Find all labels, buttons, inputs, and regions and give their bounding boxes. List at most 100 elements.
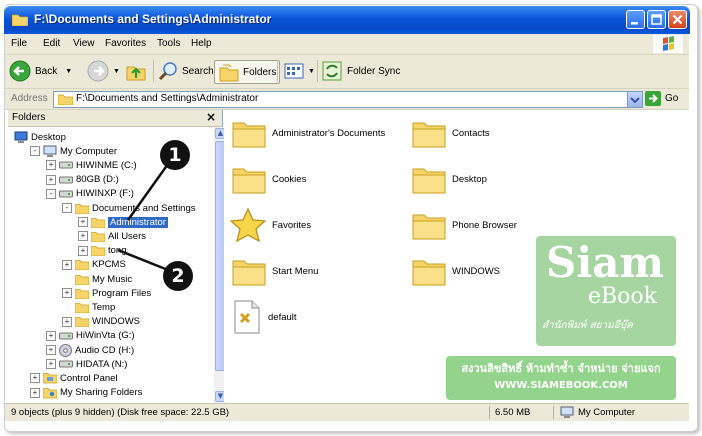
folder-icon: [412, 214, 446, 240]
content-item-desktop[interactable]: Desktop: [412, 164, 487, 194]
content-item-label: WINDOWS: [452, 265, 501, 277]
forward-button[interactable]: ▼: [87, 60, 120, 82]
address-dropdown-button[interactable]: [627, 92, 642, 107]
menu-file[interactable]: File: [11, 38, 27, 49]
callout-2: 2: [163, 261, 193, 291]
tree-item-label: My Music: [92, 273, 133, 285]
menu-view[interactable]: View: [73, 38, 95, 49]
watermark-brand-sub: eBook: [588, 284, 658, 309]
expand-icon[interactable]: +: [46, 345, 56, 355]
content-item-administrator-s-documents[interactable]: Administrator's Documents: [232, 118, 385, 148]
forward-dropdown-icon[interactable]: ▼: [113, 68, 120, 75]
tree-item-documents-and-settings[interactable]: - Documents and Settings: [62, 201, 196, 215]
views-button[interactable]: ▼: [283, 60, 315, 82]
folder-icon: [91, 231, 105, 242]
toolbar-divider: [277, 60, 278, 82]
search-button[interactable]: Search: [157, 60, 214, 82]
status-bar: 9 objects (plus 9 hidden) (Disk free spa…: [5, 403, 689, 421]
close-button[interactable]: [668, 10, 687, 29]
menu-edit[interactable]: Edit: [43, 38, 60, 49]
expand-icon[interactable]: +: [78, 245, 88, 256]
minimize-button[interactable]: [626, 10, 645, 29]
content-item-label: Contacts: [452, 127, 490, 139]
content-item-label: Phone Browser: [452, 219, 517, 231]
menu-favorites[interactable]: Favorites: [105, 38, 146, 49]
expand-icon[interactable]: +: [46, 330, 56, 341]
tree-item-kpcms[interactable]: + KPCMS: [62, 258, 126, 272]
maximize-icon: [651, 14, 662, 25]
expand-icon[interactable]: +: [62, 288, 72, 299]
expand-icon[interactable]: +: [46, 160, 56, 171]
folders-label: Folders: [243, 66, 277, 78]
tree-item-my-computer[interactable]: - My Computer: [30, 144, 117, 158]
maximize-button[interactable]: [647, 10, 666, 29]
tree-item-administrator[interactable]: + Administrator: [78, 215, 168, 229]
collapse-icon[interactable]: -: [62, 203, 72, 213]
menu-bar: File Edit View Favorites Tools Help: [5, 34, 689, 55]
content-item-cookies[interactable]: Cookies: [232, 164, 306, 194]
search-label: Search: [182, 65, 214, 77]
folders-button[interactable]: Folders: [214, 60, 281, 84]
expand-icon[interactable]: +: [62, 316, 72, 327]
folder-sync-button[interactable]: Folder Sync: [321, 60, 400, 82]
chevron-down-icon: [630, 97, 640, 104]
folder-icon: [91, 246, 105, 257]
content-item-phone-browser[interactable]: Phone Browser: [412, 210, 517, 240]
folder-sync-icon: [322, 61, 342, 81]
back-button[interactable]: Back ▼: [9, 60, 72, 82]
go-button[interactable]: Go: [645, 91, 678, 106]
tree-item-hiwinme-c[interactable]: + HIWINME (C:): [46, 158, 137, 172]
tree-item-audio-cd-h[interactable]: + Audio CD (H:): [46, 343, 134, 357]
file-icon: [234, 300, 260, 334]
expand-icon[interactable]: +: [30, 387, 40, 398]
content-item-start-menu[interactable]: Start Menu: [232, 256, 318, 286]
address-input[interactable]: F:\Documents and Settings\Administrator: [53, 91, 643, 108]
tree-item-hidata-n[interactable]: + HIDATA (N:): [46, 357, 127, 371]
expand-icon[interactable]: +: [30, 373, 40, 384]
tree-item-control-panel[interactable]: + Control Panel: [30, 371, 118, 385]
menu-help[interactable]: Help: [191, 38, 212, 49]
collapse-icon[interactable]: -: [46, 188, 56, 199]
sharing-folder-icon: [43, 387, 57, 398]
content-item-contacts[interactable]: Contacts: [412, 118, 490, 148]
expand-icon[interactable]: +: [62, 259, 72, 270]
toolbar-divider: [153, 60, 154, 82]
status-size: 6.50 MB: [495, 407, 531, 418]
folders-pane-title: Folders: [12, 112, 46, 123]
content-item-default[interactable]: default: [232, 300, 297, 334]
close-pane-icon[interactable]: ×: [206, 110, 216, 124]
tree-item-label: HIDATA (N:): [76, 358, 128, 370]
drive-icon: [59, 161, 73, 169]
content-item-favorites[interactable]: Favorites: [230, 208, 311, 242]
content-item-windows[interactable]: WINDOWS: [412, 256, 500, 286]
tree-item-desktop[interactable]: Desktop: [14, 130, 66, 144]
up-button[interactable]: [125, 60, 147, 82]
expand-icon[interactable]: +: [46, 359, 56, 370]
expand-icon[interactable]: +: [78, 217, 88, 228]
tree-item-tong[interactable]: + tong: [78, 244, 127, 258]
tree-item-program-files[interactable]: + Program Files: [62, 286, 151, 300]
tree-item-my-music[interactable]: My Music: [62, 272, 132, 286]
tree-item-80gb-d[interactable]: +80GB (D:): [46, 173, 119, 187]
watermark-tagline: สำนักพิมพ์ สยามอีบุ๊ค: [542, 320, 633, 331]
collapse-icon[interactable]: -: [30, 146, 40, 157]
expand-icon[interactable]: +: [46, 174, 56, 185]
content-item-label: Cookies: [272, 173, 307, 185]
tree-item-hiwinvta-g[interactable]: + HiWinVta (G:): [46, 329, 135, 343]
tree-item-all-users[interactable]: + All Users: [78, 229, 146, 243]
expand-icon[interactable]: +: [78, 231, 88, 242]
callout-1: 1: [160, 140, 190, 170]
tree-item-hiwinxp-f[interactable]: - HIWINXP (F:): [46, 187, 134, 201]
tree-item-temp[interactable]: Temp: [62, 300, 115, 314]
drive-icon: [59, 190, 73, 198]
tree-item-windows[interactable]: + WINDOWS: [62, 315, 140, 329]
tree-item-label: KPCMS: [92, 259, 126, 271]
menu-tools[interactable]: Tools: [157, 38, 180, 49]
back-dropdown-icon[interactable]: ▼: [65, 68, 72, 75]
views-dropdown-icon[interactable]: ▼: [308, 68, 315, 75]
folder-icon: [58, 94, 73, 105]
title-bar[interactable]: F:\Documents and Settings\Administrator: [4, 6, 690, 34]
back-arrow-icon: [9, 60, 31, 82]
tree-item-label: Documents and Settings: [92, 202, 196, 214]
tree-item-my-sharing-folders[interactable]: + My Sharing Folders: [30, 386, 142, 400]
